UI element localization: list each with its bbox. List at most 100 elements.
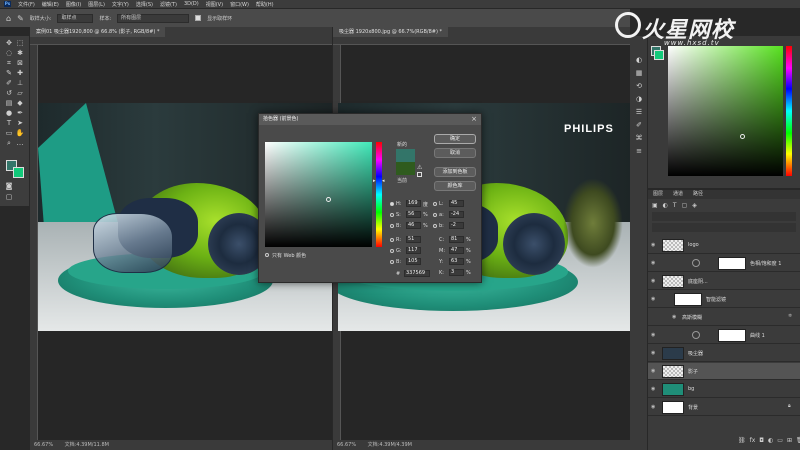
web-safe-cube-icon[interactable] <box>417 172 422 177</box>
visibility-eye-icon[interactable]: ◉ <box>651 242 655 248</box>
blue-field[interactable]: 105 <box>406 258 421 265</box>
color-panel-hue-slider[interactable] <box>786 46 792 176</box>
web-only-checkbox[interactable] <box>265 253 269 257</box>
background-color-swatch[interactable] <box>13 167 24 178</box>
more-tools-icon[interactable]: … <box>15 139 25 148</box>
smart-filter-mask[interactable] <box>674 293 702 306</box>
tab-layers[interactable]: 图层 <box>648 190 668 199</box>
visibility-eye-icon[interactable]: ◉ <box>651 278 655 284</box>
current-color-swatch[interactable] <box>396 162 415 175</box>
layer-row[interactable]: ◉ 高斯模糊 ≑ <box>648 309 800 326</box>
radio-g[interactable] <box>390 249 394 253</box>
layer-name[interactable]: bg <box>688 386 694 392</box>
hand-tool-icon[interactable]: ✋ <box>15 129 25 138</box>
layer-row[interactable]: ◉ 曲线 1 <box>648 327 800 344</box>
a-field[interactable]: -24 <box>449 211 464 218</box>
visibility-eye-icon[interactable]: ◉ <box>672 314 676 320</box>
dodge-tool-icon[interactable]: ● <box>4 109 14 118</box>
move-tool-icon[interactable]: ✥ <box>4 39 14 48</box>
layer-row[interactable]: ◉ 智能滤镜 <box>648 291 800 308</box>
lab-b-field[interactable]: -2 <box>449 222 464 229</box>
filter-options-icon[interactable]: ≑ <box>788 313 792 319</box>
healing-tool-icon[interactable]: ✚ <box>15 69 25 78</box>
hex-field[interactable]: 337569 <box>404 270 430 277</box>
lasso-tool-icon[interactable]: ◌ <box>4 49 14 58</box>
layer-mask-thumbnail[interactable] <box>718 257 746 270</box>
color-libraries-button[interactable]: 颜色库 <box>434 181 476 191</box>
add-mask-icon[interactable]: ◘ <box>759 437 764 446</box>
b-field[interactable]: 46 <box>406 222 421 229</box>
s-field[interactable]: 56 <box>406 211 421 218</box>
brush-tool-icon[interactable]: ✐ <box>4 79 14 88</box>
radio-lab-b[interactable] <box>433 224 437 228</box>
r-field[interactable]: 51 <box>406 236 421 243</box>
shape-tool-icon[interactable]: ▭ <box>4 129 14 138</box>
hue-slider[interactable] <box>376 142 382 247</box>
layer-row[interactable]: ◉ 吸尘器 <box>648 345 800 362</box>
show-ring-checkbox[interactable] <box>195 15 202 21</box>
menu-help[interactable]: 帮助(H) <box>256 1 274 8</box>
visibility-eye-icon[interactable]: ◉ <box>651 260 655 266</box>
menu-window[interactable]: 窗口(W) <box>230 1 249 8</box>
pen-tool-icon[interactable]: ✒ <box>15 109 25 118</box>
tab-paths[interactable]: 路径 <box>688 190 708 199</box>
type-tool-icon[interactable]: T <box>4 119 14 128</box>
k-field[interactable]: 3 <box>449 269 464 276</box>
visibility-eye-icon[interactable]: ◉ <box>651 332 655 338</box>
y-field[interactable]: 63 <box>449 258 464 265</box>
history-brush-tool-icon[interactable]: ↺ <box>4 89 14 98</box>
menu-3d[interactable]: 3D(D) <box>184 1 199 7</box>
m-field[interactable]: 47 <box>449 247 464 254</box>
menu-select[interactable]: 选择(S) <box>136 1 153 8</box>
filter-type-icon[interactable]: T <box>673 202 677 210</box>
tab-channels[interactable]: 通道 <box>668 190 688 199</box>
layer-row-selected[interactable]: ◉ 影子 <box>648 363 800 380</box>
properties-panel-icon[interactable]: ☰ <box>634 108 644 117</box>
filter-image-icon[interactable]: ▣ <box>652 202 658 210</box>
visibility-eye-icon[interactable]: ◉ <box>651 404 655 410</box>
layer-row[interactable]: ◉ bg <box>648 381 800 398</box>
menu-file[interactable]: 文件(F) <box>18 1 35 8</box>
layer-row[interactable]: ◉ 底座阴... <box>648 273 800 290</box>
sample-size-select[interactable]: 取样点 <box>57 13 94 23</box>
layer-mask-thumbnail[interactable] <box>718 329 746 342</box>
radio-l[interactable] <box>433 202 437 206</box>
radio-r[interactable] <box>390 238 394 242</box>
visibility-eye-icon[interactable]: ◉ <box>651 296 655 302</box>
blur-tool-icon[interactable]: ◆ <box>15 99 25 108</box>
visibility-eye-icon[interactable]: ◉ <box>651 368 655 374</box>
screen-mode-icon[interactable]: ▢ <box>4 193 14 202</box>
eraser-tool-icon[interactable]: ▱ <box>15 89 25 98</box>
gamut-warning-icon[interactable]: ⚠ <box>417 164 422 171</box>
blend-mode-row[interactable] <box>652 212 796 221</box>
add-to-swatches-button[interactable]: 添加到色板 <box>434 167 476 177</box>
sample-select[interactable]: 所有图层 <box>117 13 190 23</box>
g-field[interactable]: 117 <box>406 247 421 254</box>
swatches-panel-icon[interactable]: ▦ <box>634 69 644 78</box>
cancel-button[interactable]: 取消 <box>434 148 476 158</box>
gradient-tool-icon[interactable]: ▤ <box>4 99 14 108</box>
layer-row[interactable]: ◉ 背景 🔒︎ <box>648 399 800 416</box>
layer-name[interactable]: 背景 <box>688 404 698 411</box>
lock-fill-row[interactable] <box>652 223 796 232</box>
layer-name[interactable]: 智能滤镜 <box>706 296 726 303</box>
marquee-tool-icon[interactable]: ⬚ <box>15 39 25 48</box>
zoom-readout-left[interactable]: 66.67% <box>34 442 53 448</box>
zoom-tool-icon[interactable]: ⌕ <box>4 139 14 148</box>
zoom-readout-right[interactable]: 66.67% <box>337 442 356 448</box>
frame-tool-icon[interactable]: ⊠ <box>15 59 25 68</box>
menu-view[interactable]: 视图(V) <box>206 1 223 8</box>
l-field[interactable]: 45 <box>449 200 464 207</box>
quick-mask-icon[interactable]: ◙ <box>4 182 14 191</box>
layer-name[interactable]: 色相/饱和度 1 <box>750 260 781 267</box>
filter-shape-icon[interactable]: ▢ <box>682 202 688 210</box>
quick-select-tool-icon[interactable]: ✱ <box>15 49 25 58</box>
radio-h[interactable] <box>390 202 394 206</box>
layer-name[interactable]: 曲线 1 <box>750 332 765 339</box>
layer-name[interactable]: 底座阴... <box>688 278 708 285</box>
layer-name[interactable]: logo <box>688 242 699 248</box>
stamp-tool-icon[interactable]: ⊥ <box>15 79 25 88</box>
color-panel-icon[interactable]: ◐ <box>634 56 644 65</box>
paths-panel-icon[interactable]: ⌘ <box>634 134 644 143</box>
visibility-eye-icon[interactable]: ◉ <box>651 350 655 356</box>
